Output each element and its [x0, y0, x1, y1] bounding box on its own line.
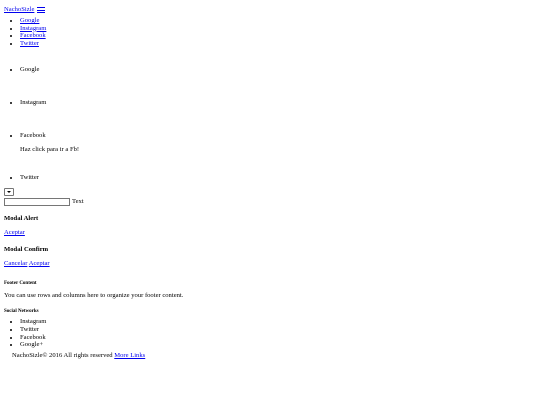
copyright-text: NachoSizle© 2016 All rights reserved [12, 351, 113, 359]
side-nav-label-twitter: Twitter [20, 174, 39, 182]
nav-item: Instagram [20, 25, 536, 33]
social-list: Instagram Twitter Facebook Google+ [4, 318, 536, 348]
page: NachoSizle Google Instagram Facebook Twi… [0, 0, 540, 360]
dropdown-select[interactable] [4, 188, 14, 197]
modal-alert-accept-button[interactable]: Aceptar [4, 229, 25, 236]
navbar: NachoSizle [4, 5, 536, 15]
footer-text: You can use rows and columns here to org… [4, 292, 184, 300]
side-nav-item-instagram[interactable]: Instagram [20, 86, 536, 107]
side-nav: Google Instagram Facebook Haz click para… [4, 53, 536, 182]
side-nav-item-twitter[interactable]: Twitter [20, 161, 536, 182]
copyright: NachoSizle© 2016 All rights reserved Mor… [4, 352, 536, 360]
text-input-label: Text [72, 198, 84, 206]
modal-alert-actions: Aceptar [4, 229, 536, 237]
side-nav-item-facebook[interactable]: Facebook Haz click para ir a Fb! [20, 119, 536, 154]
select-row [4, 188, 536, 197]
side-nav-label-google: Google [20, 66, 40, 74]
modal-confirm-title: Modal Confirm [4, 246, 49, 254]
social-networks-title: Social Networks [4, 309, 39, 315]
hamburger-menu-icon[interactable] [37, 7, 46, 13]
facebook-tooltip-text: Haz click para ir a Fb! [20, 146, 80, 154]
text-input[interactable] [4, 197, 70, 206]
side-nav-label-facebook: Facebook [20, 132, 46, 140]
modal-confirm-actions: Cancelar Aceptar [4, 260, 536, 268]
footer-title: Footer Content [4, 281, 37, 287]
nav-link-twitter[interactable]: Twitter [20, 40, 39, 47]
social-item-facebook: Facebook [20, 334, 536, 342]
nav-item: Twitter [20, 40, 536, 48]
nav-item: Google [20, 17, 536, 25]
nav-item: Facebook [20, 32, 536, 40]
social-item-google-plus: Google+ [20, 341, 536, 349]
nav-link-instagram[interactable]: Instagram [20, 25, 46, 32]
social-item-instagram: Instagram [20, 318, 536, 326]
social-item-twitter: Twitter [20, 326, 536, 334]
more-links-link[interactable]: More Links [114, 352, 145, 359]
side-nav-item-google[interactable]: Google [20, 53, 536, 74]
modal-confirm-cancel-button[interactable]: Cancelar [4, 260, 27, 267]
modal-confirm-accept-button[interactable]: Aceptar [29, 260, 50, 267]
nav-link-google[interactable]: Google [20, 17, 39, 24]
side-nav-label-instagram: Instagram [20, 99, 47, 107]
brand-logo-link[interactable]: NachoSizle [4, 6, 34, 14]
input-row: Text [4, 197, 536, 206]
nav-menu: Google Instagram Facebook Twitter [4, 17, 536, 47]
modal-alert-title: Modal Alert [4, 215, 39, 223]
nav-link-facebook[interactable]: Facebook [20, 32, 46, 39]
